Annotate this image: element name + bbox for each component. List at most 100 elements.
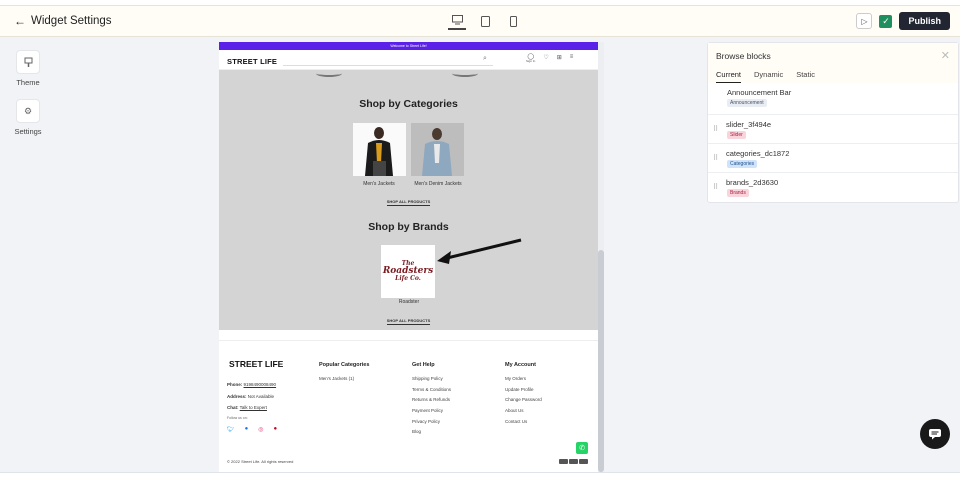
footer-link[interactable]: Privacy Policy <box>412 419 451 424</box>
facebook-icon[interactable]: ● <box>245 426 249 433</box>
mastercard-icon <box>579 459 588 464</box>
shop-all-label: SHOP ALL PRODUCTS <box>386 199 431 206</box>
back-button[interactable]: ← Widget Settings <box>14 14 112 28</box>
block-name: slider_3f494e <box>726 120 772 129</box>
slider-image-edge <box>452 70 478 77</box>
tab-dynamic[interactable]: Dynamic <box>754 70 783 83</box>
scrollbar-thumb[interactable] <box>598 250 604 472</box>
preview-scrollbar[interactable] <box>598 42 604 472</box>
site-search-input[interactable] <box>283 55 493 66</box>
announcement-bar: Welcome to Street Life! <box>219 42 598 50</box>
block-name: Announcement Bar <box>727 88 792 97</box>
tablet-icon <box>480 15 490 27</box>
footer-link[interactable]: Update Profile <box>505 387 542 392</box>
footer-logo[interactable]: STREET LIFE <box>229 359 283 369</box>
footer-address: Address: Not Available <box>227 394 274 399</box>
brush-icon <box>16 50 40 74</box>
block-item[interactable]: ⠿ brands_2d3630 Brands <box>708 172 958 201</box>
follow-label: Follow us on: <box>227 416 248 420</box>
play-icon: ▷ <box>861 16 868 26</box>
chat-link[interactable]: Talk to Expert <box>240 405 267 410</box>
block-tag: Categories <box>727 160 758 168</box>
footer-col-title: My Account <box>505 362 536 368</box>
footer-link[interactable]: My Orders <box>505 376 542 381</box>
site-navbar: STREET LIFE ⌕ ◯ Sign In ♡ ⊞ ≡ <box>219 50 598 70</box>
footer-link[interactable]: Shipping Policy <box>412 376 451 381</box>
block-item[interactable]: ⠿ slider_3f494e Slider <box>708 114 958 143</box>
search-icon[interactable]: ⌕ <box>483 55 487 63</box>
sidebar-label: Settings <box>14 127 42 136</box>
social-links: 🐦︎ ● ◎ ● <box>227 426 277 433</box>
site-nav-icons: ◯ Sign In ♡ ⊞ ≡ <box>526 54 573 63</box>
shop-all-link[interactable]: SHOP ALL PRODUCTS <box>219 199 598 206</box>
sidebar-item-settings[interactable]: ⚙ Settings <box>0 99 56 136</box>
drag-handle-icon[interactable]: ⠿ <box>713 154 718 162</box>
brands-title: Shop by Brands <box>368 221 449 233</box>
desktop-icon <box>451 15 463 25</box>
block-tag: Brands <box>727 189 749 197</box>
pinterest-icon[interactable]: ● <box>274 426 278 433</box>
signin-label: Sign In <box>526 59 536 63</box>
check-icon: ✓ <box>882 15 890 26</box>
panel-header: Browse blocks ✕ Current Dynamic Static <box>708 43 958 83</box>
drag-handle-icon[interactable]: ⠿ <box>713 125 718 133</box>
category-image-denim-jackets[interactable] <box>411 123 464 176</box>
category-caption[interactable]: Men's Denim Jackets <box>403 181 473 187</box>
slider-image-edge <box>316 70 342 77</box>
footer-link[interactable]: About Us <box>505 408 542 413</box>
page-title: Widget Settings <box>31 15 112 27</box>
phone-link[interactable]: 9198490008490 <box>244 382 277 387</box>
site-logo[interactable]: STREET LIFE <box>227 57 277 66</box>
footer-link[interactable]: Terms & Conditions <box>412 387 451 392</box>
instagram-icon[interactable]: ◎ <box>258 426 263 433</box>
footer-link[interactable]: Payment Policy <box>412 408 451 413</box>
close-icon[interactable]: ✕ <box>941 49 950 62</box>
block-item[interactable]: ⠿ categories_dc1872 Categories <box>708 143 958 172</box>
footer-link[interactable]: Change Password <box>505 397 542 402</box>
footer-link[interactable]: Contact Us <box>505 419 542 424</box>
shop-all-label: SHOP ALL PRODUCTS <box>386 318 431 325</box>
footer-link[interactable]: Blog <box>412 429 451 434</box>
footer-col-popular: Popular Categories Men's Jackets (1) <box>319 362 369 387</box>
desktop-view-button[interactable] <box>448 12 466 30</box>
shop-all-link[interactable]: SHOP ALL PRODUCTS <box>219 318 598 325</box>
header-actions: ▷ ✓ Publish <box>856 12 950 30</box>
preview-button[interactable]: ▷ <box>856 13 873 29</box>
brand-caption[interactable]: Roadster <box>374 299 444 305</box>
footer-link[interactable]: Returns & Refunds <box>412 397 451 402</box>
footer-col-title: Popular Categories <box>319 362 370 368</box>
footer-link[interactable]: Men's Jackets (1) <box>319 376 369 381</box>
tab-current[interactable]: Current <box>716 70 742 83</box>
twitter-icon[interactable]: 🐦︎ <box>227 426 235 433</box>
payment-icons <box>559 459 588 464</box>
drag-handle-icon[interactable]: ⠿ <box>713 183 718 191</box>
menu-icon[interactable]: ≡ <box>570 54 574 63</box>
footer-col-account: My Account My Orders Update Profile Chan… <box>505 362 542 429</box>
publish-button[interactable]: Publish <box>899 12 950 30</box>
sidebar-label: Theme <box>16 78 40 87</box>
whatsapp-icon[interactable]: ✆ <box>576 442 588 454</box>
categories-title: Shop by Categories <box>359 98 458 110</box>
chat-label: Chat: <box>227 405 239 410</box>
chat-button[interactable] <box>920 419 950 449</box>
brand-logo-roadster[interactable]: The Roadsters Life Co. <box>381 245 435 298</box>
save-check-button[interactable]: ✓ <box>879 14 893 28</box>
tablet-view-button[interactable] <box>476 12 494 30</box>
heart-icon[interactable]: ♡ <box>543 54 548 63</box>
panel-title: Browse blocks <box>716 51 771 61</box>
block-name: brands_2d3630 <box>726 178 779 187</box>
footer-col-title: Get Help <box>412 362 435 368</box>
block-item[interactable]: Announcement Bar Announcement <box>708 83 958 112</box>
mobile-view-button[interactable] <box>504 12 522 30</box>
category-image-jackets[interactable] <box>353 123 406 176</box>
sidebar-item-theme[interactable]: Theme <box>0 50 56 87</box>
footer-chat: Chat: Talk to Expert <box>227 405 267 410</box>
panel-tabs: Current Dynamic Static <box>716 70 815 83</box>
user-icon[interactable]: ◯ Sign In <box>526 54 535 63</box>
footer-phone: Phone: 9198490008490 <box>227 382 276 387</box>
footer-col-help: Get Help Shipping Policy Terms & Conditi… <box>412 362 451 440</box>
brand-logo-text: Life Co. <box>395 275 421 282</box>
cart-icon[interactable]: ⊞ <box>557 54 562 63</box>
storefront-preview: Welcome to Street Life! STREET LIFE ⌕ ◯ S… <box>219 42 598 472</box>
tab-static[interactable]: Static <box>796 70 815 83</box>
